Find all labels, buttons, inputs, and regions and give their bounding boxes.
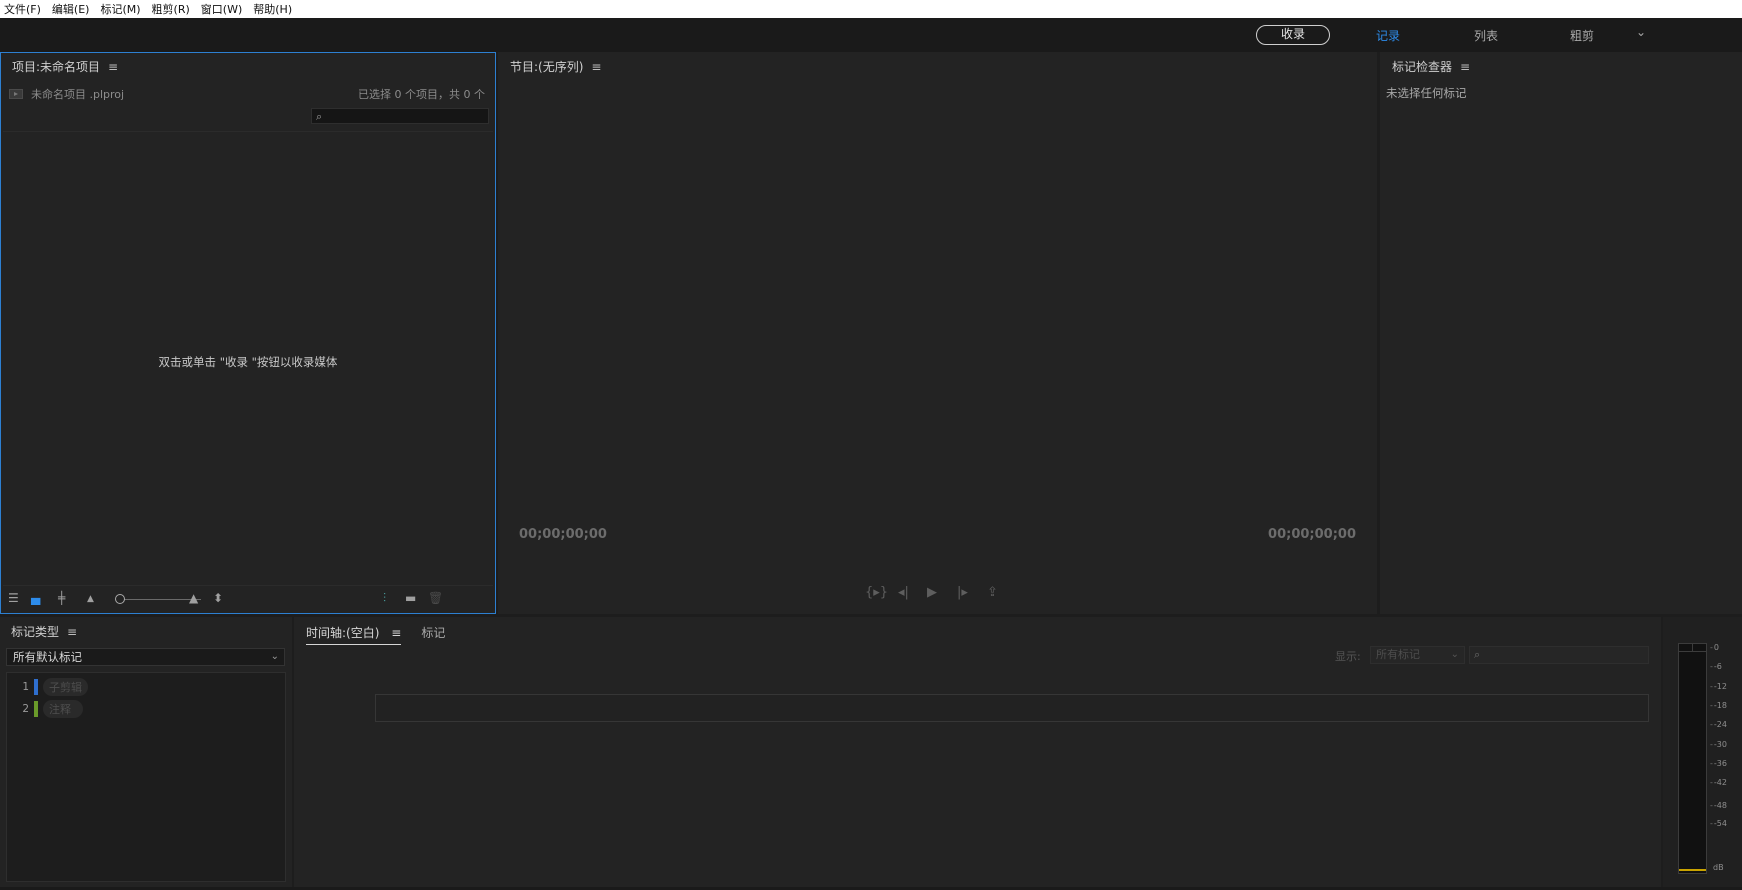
menu-rough-cut[interactable]: 粗剪(R) xyxy=(152,1,190,17)
marker-set-dropdown[interactable]: 所有默认标记 ⌄ xyxy=(6,648,285,666)
meter-unit: dB xyxy=(1713,863,1724,872)
marker-set-value: 所有默认标记 xyxy=(13,650,82,664)
project-footer-toolbar: ☰ ▄ ╪ ▲ ▲ ⬍ ⫶ ▬ 🗑 xyxy=(3,585,493,611)
meter-tick: -12 xyxy=(1710,682,1727,691)
workspace-tab-list[interactable]: 列表 xyxy=(1474,27,1498,44)
panel-menu-icon[interactable]: ≡ xyxy=(67,625,77,639)
project-file: 未命名项目 .plproj xyxy=(9,86,124,102)
meter-tick: -6 xyxy=(1710,662,1722,671)
audio-meter-level xyxy=(1679,869,1706,871)
workspace-tab-rough-cut[interactable]: 粗剪 xyxy=(1570,27,1594,44)
meter-tick: -36 xyxy=(1710,759,1727,768)
timeline-search-input[interactable]: ⌕ xyxy=(1469,646,1649,664)
menu-bar: 文件(F) 编辑(E) 标记(M) 粗剪(R) 窗口(W) 帮助(H) xyxy=(0,0,1742,18)
menu-marker[interactable]: 标记(M) xyxy=(100,1,140,17)
program-monitor-panel: 节目:(无序列) ≡ 00;00;00;00 00;00;00;00 {▸} ◂|… xyxy=(498,52,1377,614)
project-search-input[interactable]: ⌕ xyxy=(311,108,489,124)
chevron-down-icon: ⌄ xyxy=(1450,649,1459,660)
search-icon: ⌕ xyxy=(316,110,323,123)
zoom-out-icon[interactable]: ▲ xyxy=(87,594,94,604)
step-forward-icon[interactable]: |▸ xyxy=(957,585,968,600)
menu-file[interactable]: 文件(F) xyxy=(4,1,41,17)
workspace-overflow-chevron-icon[interactable]: ⌄ xyxy=(1636,25,1646,39)
meter-tick: -30 xyxy=(1710,740,1727,749)
panel-menu-icon[interactable]: ≡ xyxy=(108,60,118,74)
tab-timeline-label: 时间轴:(空白) xyxy=(306,626,380,640)
marker-color-swatch xyxy=(34,701,38,717)
inspector-title-row: 标记检查器 ≡ xyxy=(1392,58,1470,75)
marker-filter-value: 所有标记 xyxy=(1376,648,1420,661)
timecode-duration: 00;00;00;00 xyxy=(1268,527,1356,542)
marker-type-row[interactable]: 1 子剪辑 xyxy=(13,678,88,696)
inspector-empty-text: 未选择任何标记 xyxy=(1386,86,1467,100)
tab-markers[interactable]: 标记 xyxy=(421,624,445,645)
marker-filter-dropdown[interactable]: 所有标记 ⌄ xyxy=(1370,646,1465,664)
search-icon: ⌕ xyxy=(1474,648,1481,661)
marker-type-name[interactable]: 子剪辑 xyxy=(43,678,88,696)
meter-tick: -54 xyxy=(1710,819,1727,828)
timeline-panel: 时间轴:(空白) ≡ 标记 显示: 所有标记 ⌄ ⌕ xyxy=(294,617,1661,887)
marker-color-swatch xyxy=(34,679,38,695)
program-panel-title-row: 节目:(无序列) ≡ xyxy=(510,58,601,75)
workspace-bar: 收录 记录 列表 粗剪 ⌄ xyxy=(0,18,1742,52)
project-file-name: 未命名项目 .plproj xyxy=(31,88,125,101)
inspector-title: 标记检查器 xyxy=(1392,60,1453,74)
marker-type-name[interactable]: 注释 xyxy=(43,700,83,718)
audio-meter-bar xyxy=(1678,643,1707,874)
project-panel-title-row: 项目:未命名项目 ≡ xyxy=(12,58,118,75)
chevron-down-icon: ⌄ xyxy=(270,651,279,662)
export-frame-icon[interactable]: ⇪ xyxy=(987,585,998,600)
mark-in-out-icon[interactable]: {▸} xyxy=(865,585,888,600)
marker-type-list: 1 子剪辑 2 注释 xyxy=(6,672,286,882)
meter-tick: -18 xyxy=(1710,701,1727,710)
panel-menu-icon[interactable]: ≡ xyxy=(1460,60,1470,74)
marker-inspector-panel: 标记检查器 ≡ 未选择任何标记 xyxy=(1380,52,1742,614)
meter-tick: 0 xyxy=(1710,643,1719,652)
marker-type-number: 2 xyxy=(22,703,29,715)
new-bin-folder-icon[interactable]: ▬ xyxy=(405,591,416,605)
menu-edit[interactable]: 编辑(E) xyxy=(52,1,90,17)
timeline-tabs: 时间轴:(空白) ≡ 标记 xyxy=(306,624,465,645)
meter-tick: -24 xyxy=(1710,720,1727,729)
menu-window[interactable]: 窗口(W) xyxy=(201,1,242,17)
marker-type-row[interactable]: 2 注释 xyxy=(13,700,83,718)
meter-tick: -48 xyxy=(1710,801,1727,810)
step-back-icon[interactable]: ◂| xyxy=(898,585,909,600)
automate-to-sequence-icon[interactable]: ⫶ xyxy=(383,591,386,606)
icon-view-icon[interactable]: ▄ xyxy=(31,591,40,605)
ingest-button[interactable]: 收录 xyxy=(1256,25,1330,45)
meter-tick: -42 xyxy=(1710,778,1727,787)
audio-meter-panel: 0 -6 -12 -18 -24 -30 -36 -42 -48 -54 dB xyxy=(1663,617,1742,887)
timecode-current[interactable]: 00;00;00;00 xyxy=(519,527,607,542)
list-view-icon[interactable]: ☰ xyxy=(8,591,19,605)
sort-icon[interactable]: ⬍ xyxy=(213,591,223,605)
workspace-tab-log[interactable]: 记录 xyxy=(1376,27,1400,44)
show-label: 显示: xyxy=(1335,650,1361,663)
project-file-icon xyxy=(9,89,23,99)
project-panel: 项目:未命名项目 ≡ 未命名项目 .plproj 已选择 0 个项目，共 0 个 … xyxy=(0,52,496,614)
project-panel-title: 项目:未命名项目 xyxy=(12,60,101,74)
selection-count: 已选择 0 个项目，共 0 个 xyxy=(358,88,485,101)
marker-type-number: 1 xyxy=(22,681,29,693)
menu-help[interactable]: 帮助(H) xyxy=(253,1,292,17)
marker-types-title-row: 标记类型 ≡ xyxy=(11,623,77,640)
timeline-track-area[interactable] xyxy=(375,694,1649,722)
panel-menu-icon[interactable]: ≡ xyxy=(391,626,401,640)
marker-types-panel: 标记类型 ≡ 所有默认标记 ⌄ 1 子剪辑 2 注释 xyxy=(0,617,292,887)
panel-menu-icon[interactable]: ≡ xyxy=(591,60,601,74)
empty-hint: 双击或单击 "收录 "按钮以收录媒体 xyxy=(158,355,338,369)
audio-meter-peak[interactable] xyxy=(1678,644,1707,652)
tab-timeline[interactable]: 时间轴:(空白) ≡ xyxy=(306,624,402,645)
freeform-view-icon[interactable]: ╪ xyxy=(58,591,65,605)
program-panel-title: 节目:(无序列) xyxy=(510,60,584,74)
zoom-slider-knob[interactable] xyxy=(115,594,125,604)
trash-icon[interactable]: 🗑 xyxy=(428,591,443,605)
play-icon[interactable]: ▶ xyxy=(927,585,937,600)
zoom-in-icon[interactable]: ▲ xyxy=(189,591,198,605)
marker-types-title: 标记类型 xyxy=(11,625,60,639)
project-item-list[interactable]: 双击或单击 "收录 "按钮以收录媒体 xyxy=(3,131,493,585)
